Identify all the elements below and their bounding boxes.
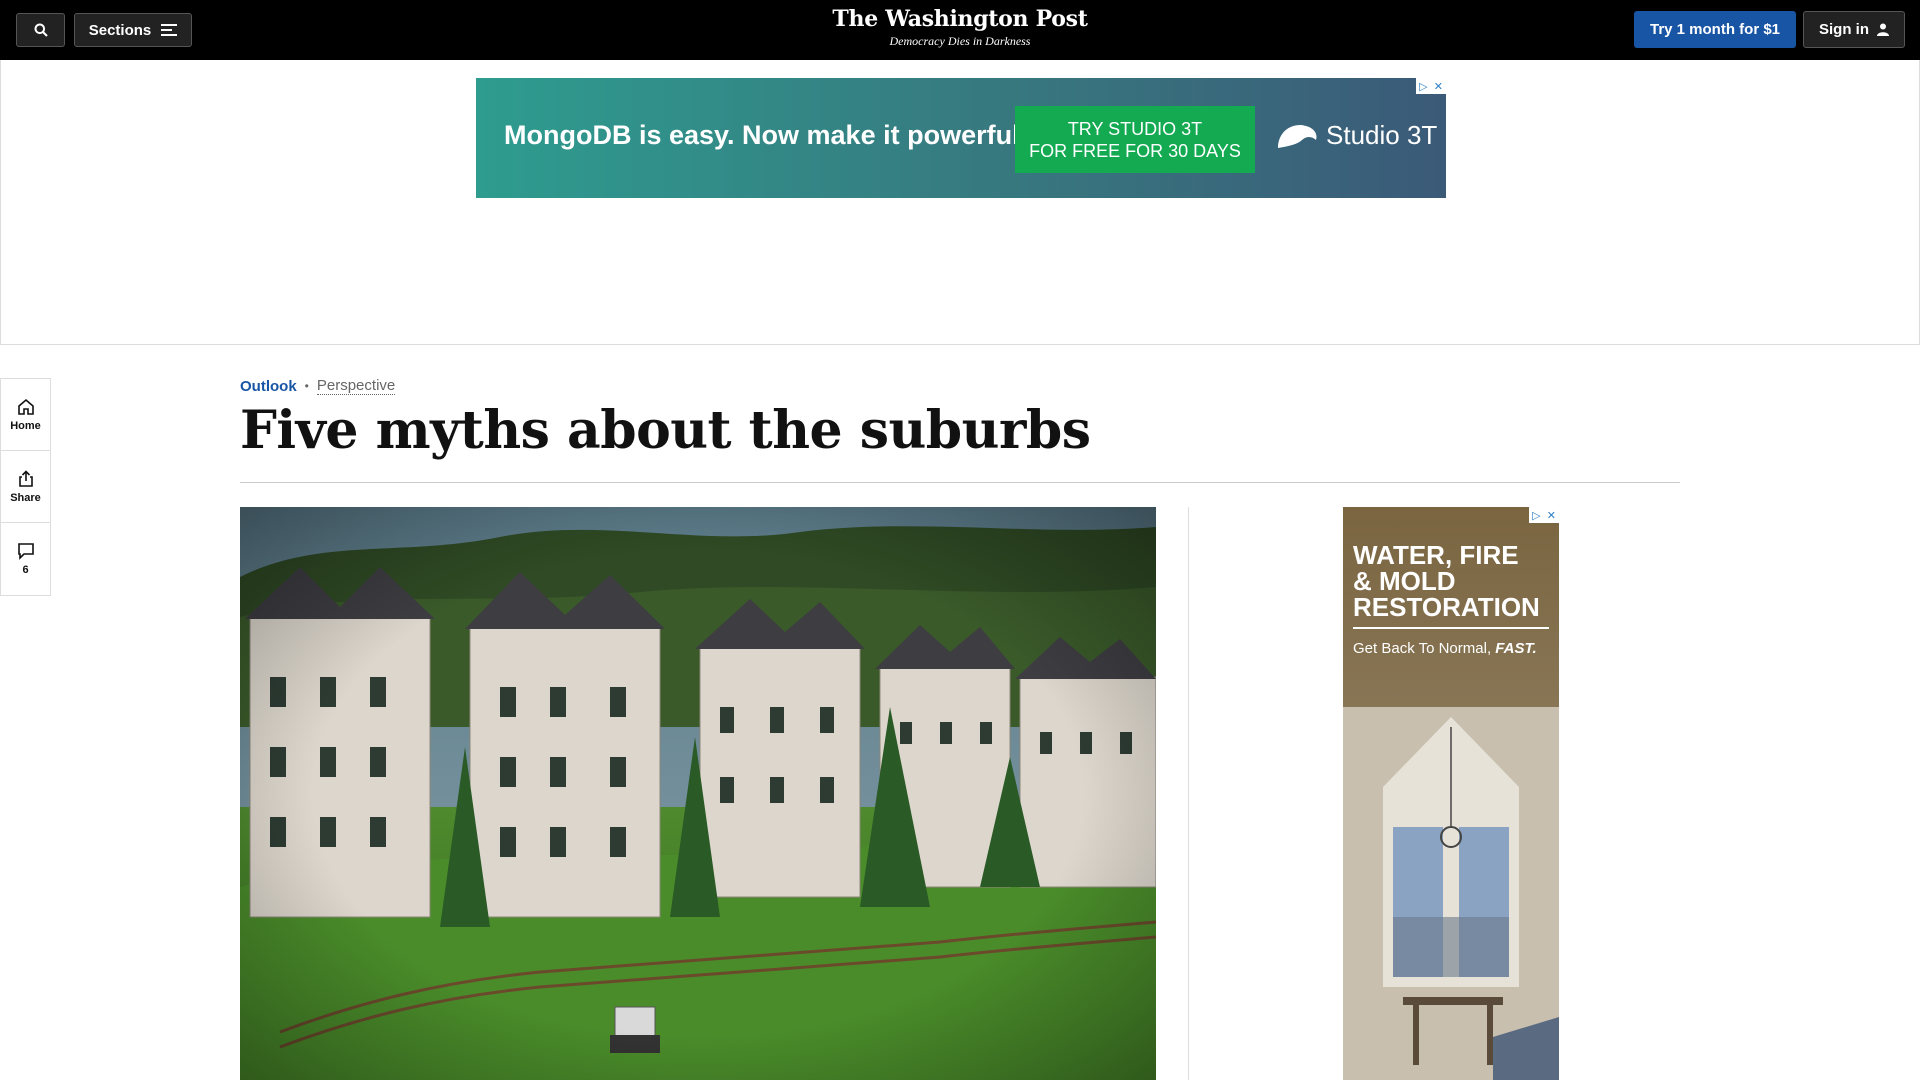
mongodb-ad-banner[interactable]: MongoDB is easy. Now make it powerful. T… bbox=[476, 78, 1446, 198]
side-ad-title-line2: & MOLD bbox=[1353, 566, 1456, 596]
ad-choices-icon: ▷ bbox=[1419, 80, 1428, 93]
side-ad-divider bbox=[1353, 627, 1549, 629]
ad-close-icon[interactable]: ✕ bbox=[1434, 80, 1443, 93]
ad-cta-line2: FOR FREE FOR 30 DAYS bbox=[1029, 141, 1241, 161]
kicker-separator: • bbox=[304, 379, 309, 393]
ad-cta-button[interactable]: TRY STUDIO 3T FOR FREE FOR 30 DAYS bbox=[1015, 106, 1255, 173]
home-button[interactable]: Home bbox=[1, 379, 50, 451]
section-link[interactable]: Outlook bbox=[240, 378, 297, 395]
comments-button[interactable]: 6 bbox=[1, 523, 50, 595]
comment-icon bbox=[17, 543, 34, 560]
lead-photo[interactable] bbox=[240, 507, 1156, 1080]
user-icon bbox=[1877, 23, 1889, 36]
top-navigation-bar: Sections The Washington Post Democracy D… bbox=[0, 0, 1920, 60]
site-logo[interactable]: The Washington Post bbox=[760, 6, 1160, 32]
site-tagline: Democracy Dies in Darkness bbox=[889, 34, 1031, 48]
side-ad-choices-icon: ▷ bbox=[1532, 509, 1541, 522]
side-ad-title-line3: RESTORATION bbox=[1353, 592, 1540, 622]
home-icon bbox=[17, 398, 34, 415]
restoration-side-ad[interactable]: WATER, FIRE & MOLD RESTORATION Get Back … bbox=[1343, 507, 1559, 1080]
ad-cta-line1: TRY STUDIO 3T bbox=[1067, 119, 1203, 139]
ad-brand: Studio 3T bbox=[1276, 118, 1437, 152]
sign-in-label: Sign in bbox=[1819, 21, 1869, 38]
sign-in-button[interactable]: Sign in bbox=[1803, 11, 1905, 48]
share-icon bbox=[18, 469, 33, 487]
share-label: Share bbox=[10, 491, 41, 504]
search-icon bbox=[34, 23, 48, 37]
top-ad-zone: MongoDB is easy. Now make it powerful. T… bbox=[0, 60, 1920, 345]
menu-icon bbox=[161, 24, 178, 36]
sections-button[interactable]: Sections bbox=[74, 13, 192, 47]
column-divider bbox=[1188, 507, 1189, 1080]
article-headline: Five myths about the suburbs bbox=[240, 400, 1091, 461]
suburb-townhouses-image bbox=[240, 507, 1156, 1080]
ad-choices-badge[interactable]: ▷ ✕ bbox=[1416, 78, 1446, 94]
side-ad-subtitle: Get Back To Normal, FAST. bbox=[1353, 640, 1537, 657]
sections-label: Sections bbox=[88, 21, 152, 39]
side-ad-title: WATER, FIRE & MOLD RESTORATION bbox=[1353, 542, 1553, 620]
share-button[interactable]: Share bbox=[1, 451, 50, 523]
side-ad-title-line1: WATER, FIRE bbox=[1353, 540, 1519, 570]
side-ad-close-icon[interactable]: ✕ bbox=[1547, 509, 1556, 522]
ad-headline: MongoDB is easy. Now make it powerful. bbox=[504, 120, 1028, 150]
perspective-label[interactable]: Perspective bbox=[316, 377, 396, 395]
search-button[interactable] bbox=[16, 13, 65, 47]
headline-divider bbox=[240, 482, 1680, 483]
studio3t-logo-icon bbox=[1278, 124, 1317, 148]
home-label: Home bbox=[10, 419, 41, 432]
comments-count: 6 bbox=[22, 564, 29, 576]
side-ad-choices-badge[interactable]: ▷ ✕ bbox=[1529, 507, 1559, 523]
ad-brand-name: Studio 3T bbox=[1326, 119, 1438, 150]
article-kicker: Outlook • Perspective bbox=[240, 377, 396, 395]
interior-room-image bbox=[1343, 707, 1559, 1080]
masthead[interactable]: The Washington Post Democracy Dies in Da… bbox=[760, 6, 1160, 49]
subscribe-button[interactable]: Try 1 month for $1 bbox=[1634, 11, 1796, 48]
side-ad-sub-emph: FAST. bbox=[1495, 640, 1537, 657]
side-ad-sub-text: Get Back To Normal, bbox=[1353, 640, 1492, 657]
left-action-rail: Home Share 6 bbox=[0, 378, 51, 596]
